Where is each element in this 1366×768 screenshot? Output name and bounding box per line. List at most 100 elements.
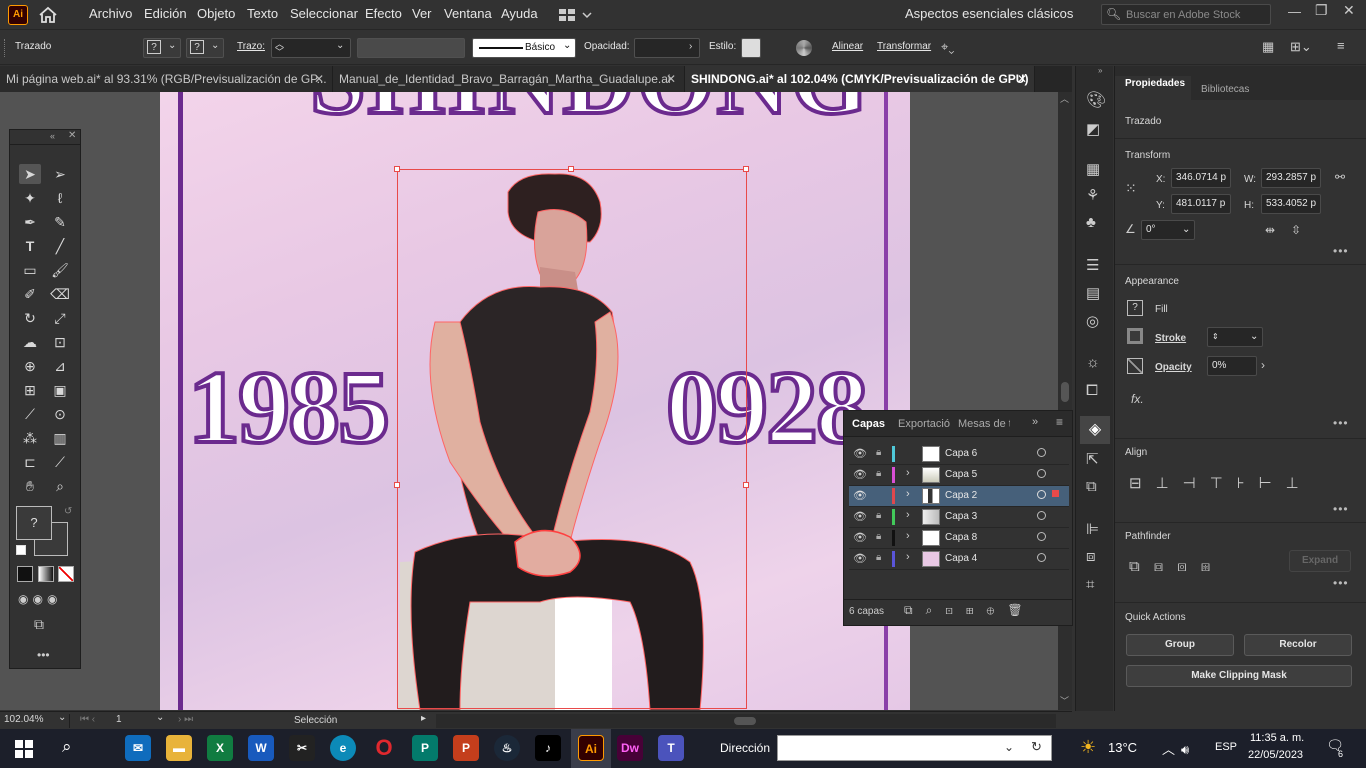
target-circle-icon[interactable] [1037, 448, 1046, 457]
fill-swatch[interactable]: ? [1127, 300, 1143, 316]
free-transform-tool-icon[interactable]: ⊡ [49, 332, 71, 352]
warp-tool-icon[interactable]: ☁ [19, 332, 41, 352]
x-input[interactable]: 346.0714 p [1171, 168, 1231, 188]
swatches-icon[interactable]: ▦ [1086, 160, 1100, 178]
layer-row-selected[interactable]: 👁︎ › Capa 2 [849, 486, 1069, 507]
selection-handle[interactable] [394, 482, 400, 488]
powerpoint-app-icon[interactable]: P [453, 735, 479, 761]
target-circle-icon[interactable] [1037, 469, 1046, 478]
tab-mesas[interactable]: Mesas de tr [958, 418, 1010, 430]
constrain-proportions-icon[interactable]: ⚯ [1335, 170, 1345, 184]
lock-icon[interactable]: 🔒︎ [876, 552, 881, 563]
draw-mode-icons[interactable]: ◉◉◉ [18, 592, 61, 606]
chevron-right-icon[interactable]: › [906, 467, 910, 479]
lock-icon[interactable]: 🔒︎ [876, 510, 881, 521]
transform-panel-icon[interactable]: ⌗ [1086, 576, 1094, 593]
screen-mode-icon[interactable]: ⧉ [34, 616, 44, 633]
expand-button[interactable]: Expand [1289, 550, 1351, 572]
zoom-select[interactable]: 102.04% ⌄ [4, 712, 70, 728]
pathfinder-panel-icon[interactable]: ⧈ [1086, 548, 1096, 565]
eraser-tool-icon[interactable]: ⌫ [49, 284, 71, 304]
minimize-icon[interactable]: — [1288, 4, 1301, 19]
workspace-switcher[interactable]: Aspectos esenciales clásicos ⌄ [905, 0, 1085, 49]
brushes-icon[interactable]: ⚘ [1086, 186, 1099, 204]
export-icon[interactable]: ⇱ [1086, 450, 1099, 468]
symbol-sprayer-tool-icon[interactable]: ⁂ [19, 428, 41, 448]
selection-tool-icon[interactable]: ➤ [19, 164, 41, 184]
target-circle-icon[interactable] [1037, 490, 1046, 499]
variable-width-profile[interactable] [357, 38, 465, 58]
lock-icon[interactable]: 🔒︎ [876, 468, 881, 479]
publisher-app-icon[interactable]: P [412, 735, 438, 761]
lasso-tool-icon[interactable]: ℓ [49, 188, 71, 208]
more-options-icon[interactable]: ••• [1333, 244, 1349, 258]
tab-propiedades[interactable]: Propiedades [1115, 76, 1191, 100]
restore-icon[interactable]: ❐ [1315, 2, 1328, 19]
zoom-tool-icon[interactable]: ⌕ [49, 476, 71, 496]
home-icon[interactable] [38, 6, 58, 24]
perspective-grid-tool-icon[interactable]: ⊿ [49, 356, 71, 376]
make-clipping-mask-button[interactable]: Make Clipping Mask [1126, 665, 1352, 687]
clock-time[interactable]: 11:35 a. m. [1250, 732, 1304, 744]
selection-handle[interactable] [743, 166, 749, 172]
dreamweaver-app-icon[interactable]: Dw [617, 735, 643, 761]
appearance-icon[interactable]: ☼ [1086, 354, 1100, 371]
default-colors-icon[interactable] [16, 545, 26, 555]
stroke-label[interactable]: Trazo: [237, 41, 265, 52]
search-icon[interactable]: ⌕ [62, 737, 72, 757]
horizontal-scrollbar[interactable] [436, 714, 1056, 728]
swap-colors-icon[interactable]: ↺ [64, 506, 72, 517]
magic-wand-tool-icon[interactable]: ✦ [19, 188, 41, 208]
artboard-nav-first[interactable]: ⏮ ‹ [80, 714, 95, 725]
gradient-mode-icon[interactable] [38, 566, 54, 582]
visibility-eye-icon[interactable]: 👁︎ [853, 468, 867, 481]
reference-point-icon[interactable]: ⁙ [1125, 180, 1137, 197]
tab-manual-identidad[interactable]: Manual_de_Identidad_Bravo_Barragán_Marth… [333, 66, 685, 92]
layer-row[interactable]: 👁︎ 🔒︎ › Capa 4 [849, 549, 1069, 570]
layer-row[interactable]: 👁︎ 🔒︎ › Capa 5 [849, 465, 1069, 486]
arrange-documents-icon[interactable] [558, 7, 594, 23]
tab-exportacion[interactable]: Exportació [898, 418, 950, 430]
brush-definition[interactable]: Básico ⌄ [472, 38, 576, 58]
capcut-app-icon[interactable]: ✂ [289, 735, 315, 761]
shaper-tool-icon[interactable]: ✐ [19, 284, 41, 304]
color-panel-icon[interactable]: 🎨︎ [1086, 90, 1106, 110]
steam-app-icon[interactable]: ♨ [494, 735, 520, 761]
selected-art-indicator[interactable] [1052, 490, 1059, 497]
layer-row[interactable]: 👁︎ 🔒︎ Capa 6 [849, 444, 1069, 465]
gradient-tool-icon[interactable]: ▣ [49, 380, 71, 400]
more-options-icon[interactable]: ••• [1333, 416, 1349, 430]
selection-handle[interactable] [568, 166, 574, 172]
menu-ayuda[interactable]: Ayuda [501, 0, 538, 28]
fill-color-box[interactable]: ? [16, 506, 52, 540]
artboard-nav-last[interactable]: › ⏭ [178, 714, 193, 725]
shape-builder-tool-icon[interactable]: ⊕ [19, 356, 41, 376]
more-tools-icon[interactable]: ••• [37, 648, 50, 662]
expand-panel-icon[interactable]: » [1032, 416, 1038, 428]
artboard-number[interactable]: 1 ⌄ [116, 712, 170, 725]
menu-archivo[interactable]: Archivo [89, 0, 132, 28]
align-buttons[interactable]: ⊟⊥⊣⊤⊦⊢⊥ [1129, 474, 1313, 492]
teams-app-icon[interactable]: T [658, 735, 684, 761]
artboard-tool-icon[interactable]: ⊏ [19, 452, 41, 472]
blend-tool-icon[interactable]: ⊙ [49, 404, 71, 424]
word-app-icon[interactable]: W [248, 735, 274, 761]
align-panel-icon[interactable]: ⊫ [1086, 520, 1099, 538]
illustrator-app-icon[interactable]: Ai [578, 735, 604, 761]
layer-footer-icons[interactable]: ⧉⌕⊡⊞⊕🗑︎ [904, 603, 1036, 618]
panel-menu-icon[interactable]: ≡ [1056, 415, 1063, 429]
more-options-icon[interactable]: ••• [1333, 502, 1349, 516]
color-guide-icon[interactable]: ◩ [1086, 120, 1100, 138]
h-input[interactable]: 533.4052 p [1261, 194, 1321, 214]
opera-browser-icon[interactable]: O [371, 735, 397, 761]
collapse-icon[interactable]: « [50, 131, 55, 141]
stroke-weight-input[interactable]: ⇕ ⌄ [1207, 327, 1263, 347]
w-input[interactable]: 293.2857 p [1261, 168, 1321, 188]
lock-icon[interactable]: 🔒︎ [876, 447, 881, 458]
scroll-thumb[interactable] [1061, 382, 1069, 402]
menu-ver[interactable]: Ver [412, 0, 432, 28]
menu-ventana[interactable]: Ventana [444, 0, 492, 28]
panel-menu-icon[interactable]: ≡ [1337, 38, 1345, 53]
flip-horizontal-icon[interactable]: ⇹ [1265, 223, 1275, 237]
menu-seleccionar[interactable]: Seleccionar [290, 0, 358, 28]
